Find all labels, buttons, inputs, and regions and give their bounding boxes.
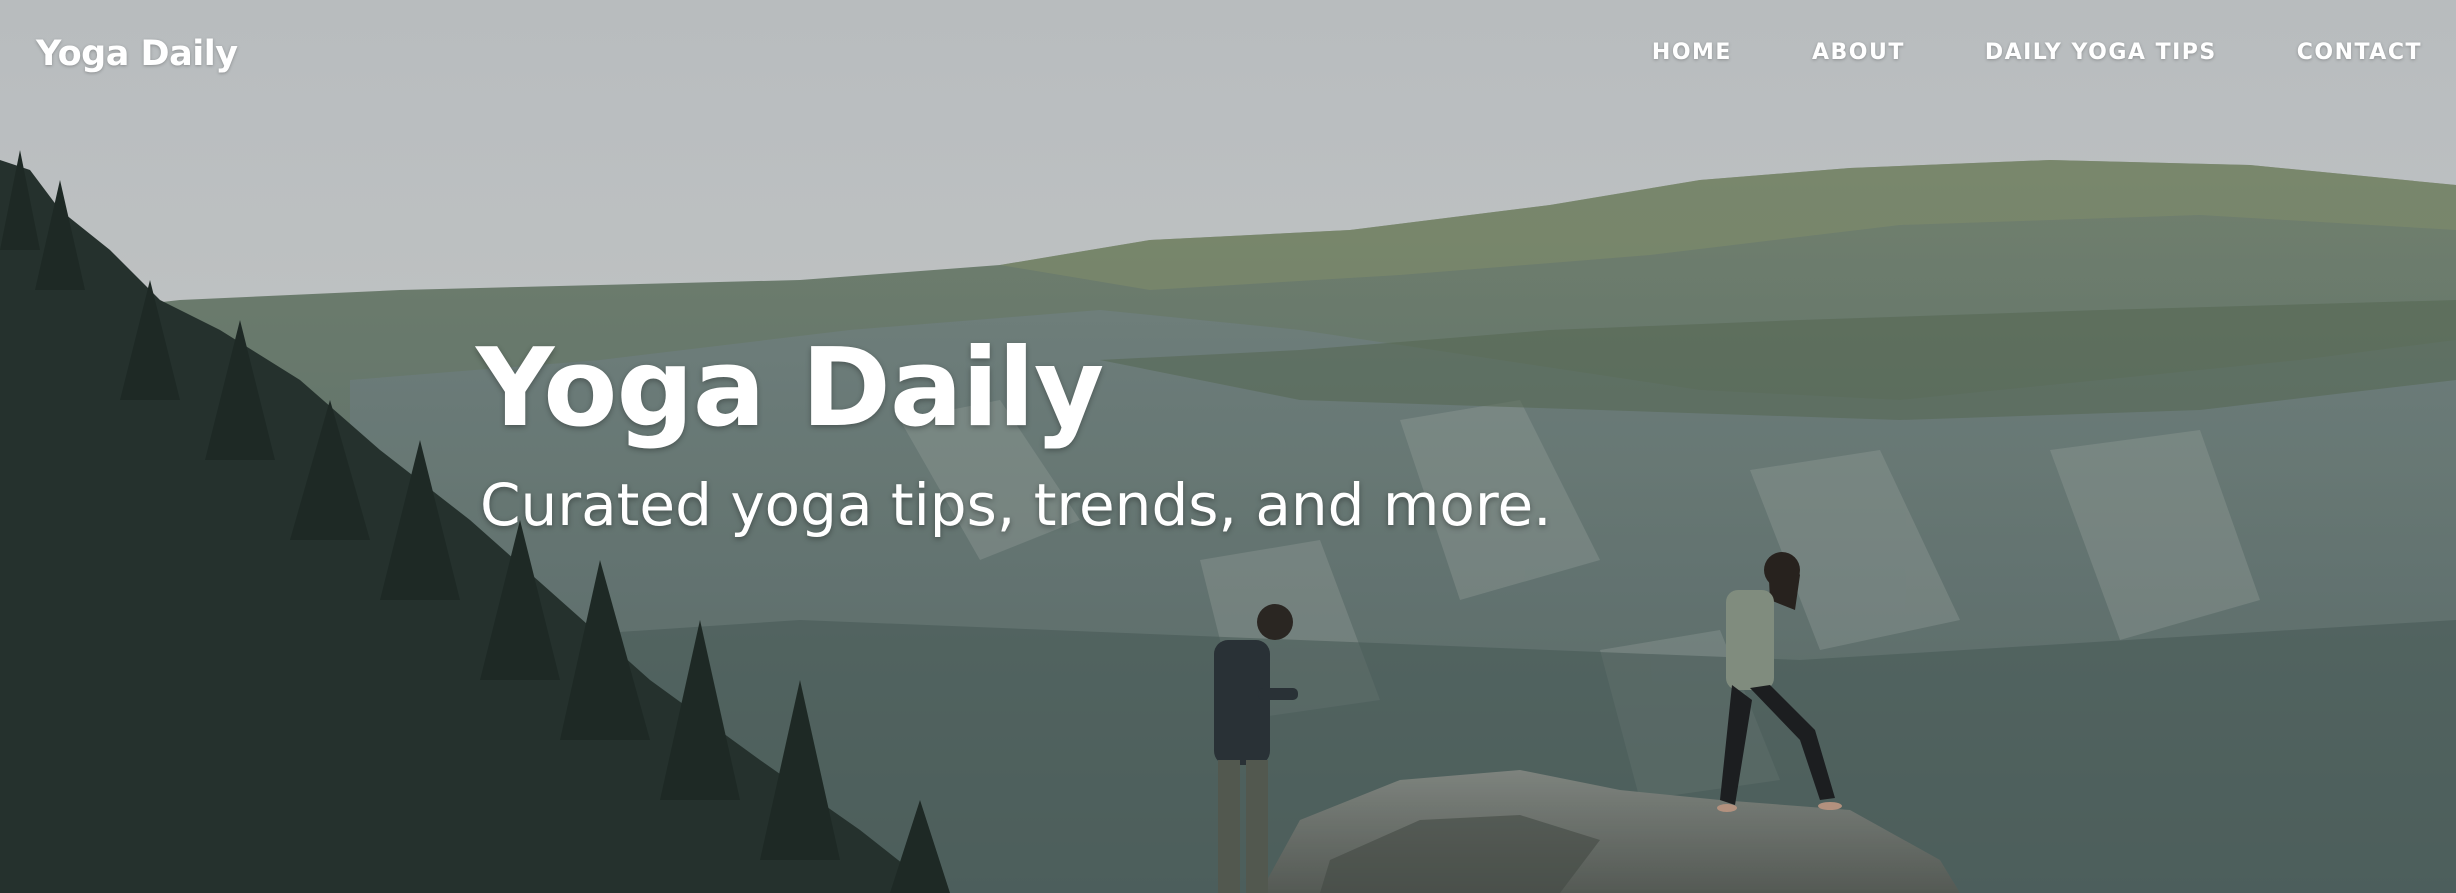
navbar: Yoga Daily HOME ABOUT DAILY YOGA TIPS CO… [0,0,2456,110]
hero-title: Yoga Daily [476,326,1104,451]
hero-subtitle: Curated yoga tips, trends, and more. [480,471,1552,539]
nav-item-about[interactable]: ABOUT [1812,40,1905,65]
nav-item-contact[interactable]: CONTACT [2297,40,2422,65]
hero-section: Yoga Daily HOME ABOUT DAILY YOGA TIPS CO… [0,0,2456,893]
main-nav: HOME ABOUT DAILY YOGA TIPS CONTACT [1652,40,2422,65]
nav-item-home[interactable]: HOME [1652,40,1732,65]
nav-item-daily-yoga-tips[interactable]: DAILY YOGA TIPS [1985,40,2217,65]
brand-logo-link[interactable]: Yoga Daily [36,34,238,74]
mountain-landscape-image [0,0,2456,893]
